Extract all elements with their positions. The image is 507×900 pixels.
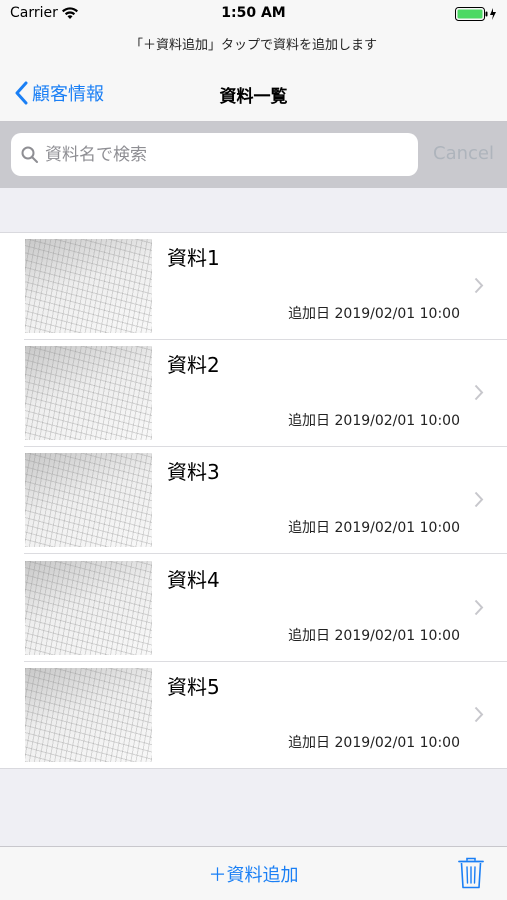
document-title: 資料5 xyxy=(167,675,220,699)
document-date: 追加日 2019/02/01 10:00 xyxy=(288,520,460,536)
document-thumbnail xyxy=(25,239,152,333)
add-document-button[interactable]: ＋資料追加 xyxy=(209,865,299,886)
list-item[interactable]: 資料2 追加日 2019/02/01 10:00 xyxy=(0,340,507,447)
document-date: 追加日 2019/02/01 10:00 xyxy=(288,735,460,751)
document-title: 資料1 xyxy=(167,246,220,270)
list-item[interactable]: 資料3 追加日 2019/02/01 10:00 xyxy=(0,447,507,554)
document-thumbnail xyxy=(25,561,152,655)
document-list: 資料1 追加日 2019/02/01 10:00 資料2 追加日 2019/02… xyxy=(0,232,507,769)
status-bar: Carrier 1:50 AM xyxy=(0,0,507,28)
trash-icon[interactable] xyxy=(458,857,484,889)
search-icon xyxy=(21,146,38,163)
navigation-bar: 顧客情報 資料一覧 xyxy=(0,64,507,122)
toolbar-center: ＋資料追加 xyxy=(0,861,507,887)
chevron-right-icon xyxy=(474,599,484,616)
search-bar: Cancel xyxy=(0,122,507,188)
chevron-right-icon xyxy=(474,277,484,294)
document-title: 資料2 xyxy=(167,353,220,377)
cancel-button[interactable]: Cancel xyxy=(433,143,494,164)
bottom-toolbar: ＋資料追加 xyxy=(0,846,507,900)
instruction-text: 「＋資料追加」タップで資料を追加します xyxy=(0,28,507,64)
document-thumbnail xyxy=(25,453,152,547)
clock: 1:50 AM xyxy=(221,5,286,21)
chevron-right-icon xyxy=(474,384,484,401)
page-title: 資料一覧 xyxy=(219,87,288,107)
document-date: 追加日 2019/02/01 10:00 xyxy=(288,413,460,429)
chevron-right-icon xyxy=(474,706,484,723)
battery-icon xyxy=(455,6,499,25)
search-input[interactable] xyxy=(45,144,385,165)
list-item[interactable]: 資料1 追加日 2019/02/01 10:00 xyxy=(0,233,507,340)
list-item[interactable]: 資料4 追加日 2019/02/01 10:00 xyxy=(0,555,507,662)
divider xyxy=(24,553,507,554)
document-thumbnail xyxy=(25,668,152,762)
chevron-right-icon xyxy=(474,491,484,508)
document-date: 追加日 2019/02/01 10:00 xyxy=(288,306,460,322)
search-field[interactable] xyxy=(11,133,418,176)
document-title: 資料4 xyxy=(167,568,220,592)
document-title: 資料3 xyxy=(167,460,220,484)
list-item[interactable]: 資料5 追加日 2019/02/01 10:00 xyxy=(0,662,507,769)
document-thumbnail xyxy=(25,346,152,440)
document-date: 追加日 2019/02/01 10:00 xyxy=(288,628,460,644)
